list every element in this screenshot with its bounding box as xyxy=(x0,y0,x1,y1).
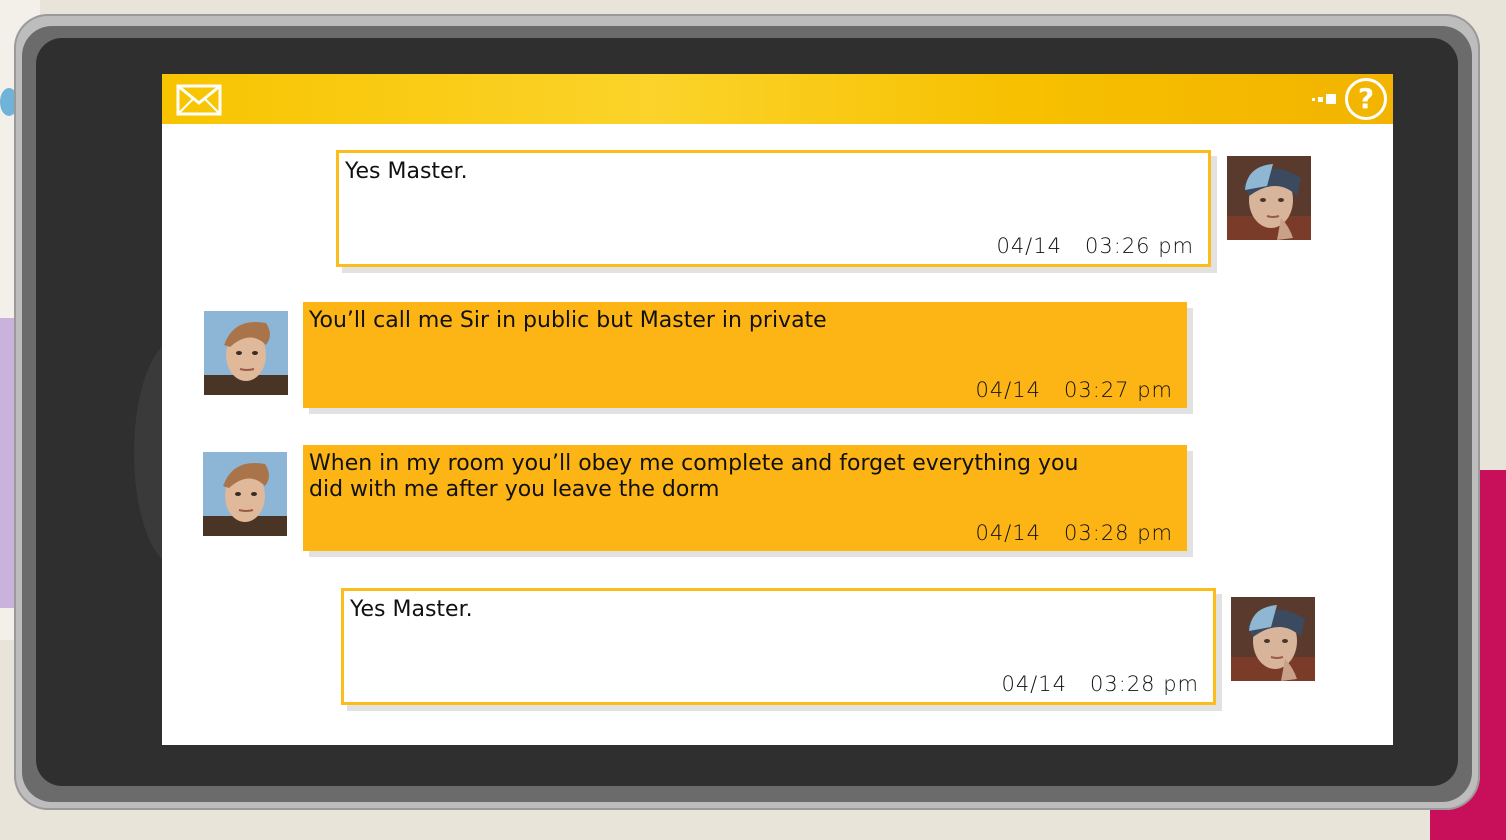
message-text: Yes Master. xyxy=(350,597,473,622)
male-contact-avatar xyxy=(204,311,288,395)
message-bubble-outgoing: Yes Master. 04/14 03:28 pm xyxy=(341,588,1216,705)
message-timestamp: 04/14 03:28 pm xyxy=(975,521,1173,545)
help-icon[interactable]: ? xyxy=(1345,78,1387,120)
message-date: 04/14 xyxy=(975,521,1041,545)
female-contact-avatar xyxy=(1231,597,1315,681)
message-date: 04/14 xyxy=(996,234,1062,258)
message-text: When in my room you’ll obey me complete … xyxy=(309,451,1079,502)
message-timestamp: 04/14 03:28 pm xyxy=(1001,672,1199,696)
envelope-icon[interactable] xyxy=(176,84,222,116)
message-timestamp: 04/14 03:26 pm xyxy=(996,234,1194,258)
female-contact-avatar xyxy=(1227,156,1311,240)
message-time: 03:27 pm xyxy=(1064,378,1173,402)
message-bubble-incoming: You’ll call me Sir in public but Master … xyxy=(303,302,1187,408)
message-timestamp: 04/14 03:27 pm xyxy=(975,378,1173,402)
message-bubble-outgoing: Yes Master. 04/14 03:26 pm xyxy=(336,150,1211,267)
message-time: 03:28 pm xyxy=(1090,672,1199,696)
message-time: 03:26 pm xyxy=(1085,234,1194,258)
message-text: You’ll call me Sir in public but Master … xyxy=(309,308,827,333)
message-date: 04/14 xyxy=(975,378,1041,402)
message-date: 04/14 xyxy=(1001,672,1067,696)
signal-dots-icon xyxy=(1312,94,1336,104)
male-contact-avatar xyxy=(203,452,287,536)
message-time: 03:28 pm xyxy=(1064,521,1173,545)
message-bubble-incoming: When in my room you’ll obey me complete … xyxy=(303,445,1187,551)
message-text: Yes Master. xyxy=(345,159,468,184)
app-header-bar: ? xyxy=(162,74,1393,124)
